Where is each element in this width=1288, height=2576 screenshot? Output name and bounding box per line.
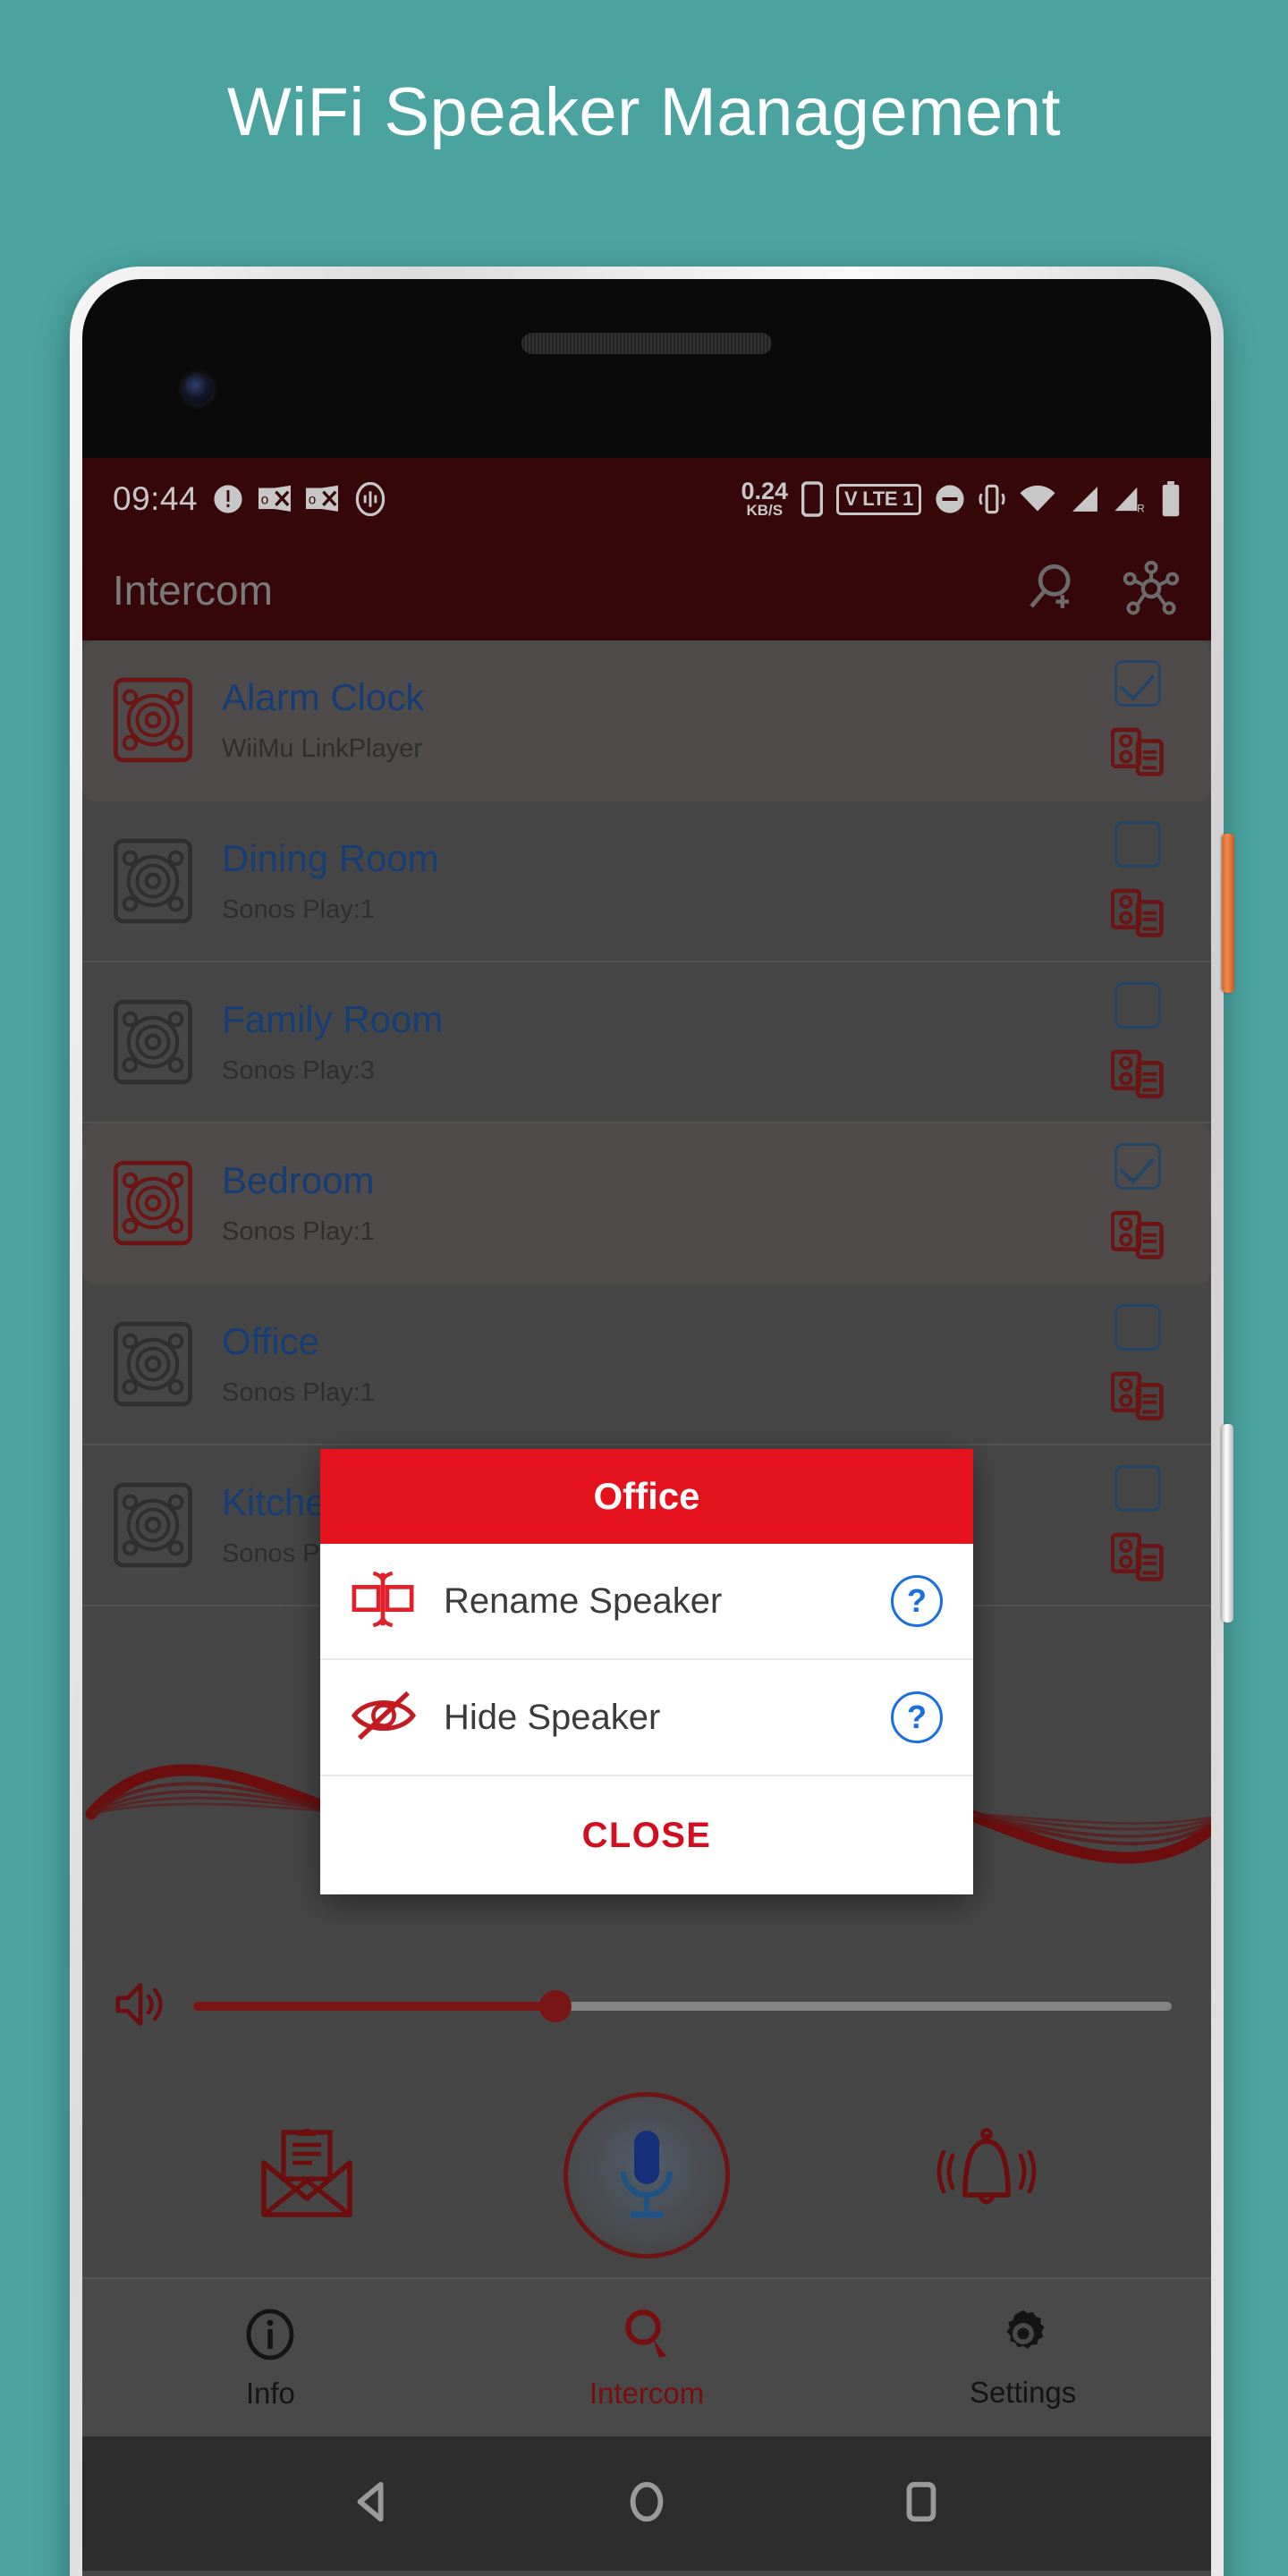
alert-circle-icon <box>213 484 243 514</box>
menu-item-rename-speaker[interactable]: Rename Speaker ? <box>320 1544 973 1660</box>
table-row[interactable]: Office Sonos Play:1 <box>82 1284 1211 1445</box>
status-bar-clock: 09:44 <box>113 480 199 517</box>
speaker-name: Office <box>222 1319 319 1362</box>
phone-screen-bezel: 09:44 o o 0.24 KB/S V LTE 1 R Intercom A… <box>82 279 1211 2576</box>
microphone-button[interactable] <box>563 2092 730 2258</box>
speaker-icon <box>106 1321 200 1407</box>
network-hub-icon[interactable] <box>1122 560 1181 621</box>
volume-slider[interactable] <box>193 1990 1172 2022</box>
speaker-model: Sonos Play:1 <box>222 894 375 924</box>
speaker-checkbox[interactable] <box>1114 1303 1161 1351</box>
tab-label: Intercom <box>589 2377 705 2410</box>
speaker-icon <box>106 1160 200 1246</box>
help-icon[interactable]: ? <box>891 1575 943 1627</box>
speaker-settings-icon[interactable] <box>1110 1368 1165 1425</box>
message-button[interactable] <box>257 2125 357 2223</box>
app-bar: Intercom <box>82 540 1211 640</box>
menu-item-hide-speaker[interactable]: Hide Speaker ? <box>320 1660 973 1776</box>
speaker-icon <box>106 838 200 924</box>
menu-item-label: Hide Speaker <box>444 1697 661 1737</box>
speaker-model: Sonos Play:3 <box>222 1055 375 1085</box>
vibrate-icon <box>979 482 1005 516</box>
gear-icon <box>997 2309 1049 2365</box>
do-not-disturb-icon <box>935 484 965 514</box>
outlook-badge-icon: o <box>306 485 339 513</box>
table-row[interactable]: Bedroom Sonos Play:1 <box>82 1123 1211 1284</box>
app-bar-title: Intercom <box>113 567 273 614</box>
home-icon[interactable] <box>623 2478 671 2530</box>
status-bar: 09:44 o o 0.24 KB/S V LTE 1 R <box>82 458 1211 540</box>
tab-settings[interactable]: Settings <box>835 2279 1211 2436</box>
tab-label: Info <box>245 2377 295 2410</box>
svg-text:o: o <box>261 493 268 508</box>
speaker-checkbox[interactable] <box>1114 659 1161 707</box>
volume-slider-fill <box>193 2002 555 2011</box>
audio-pulse-icon <box>353 482 387 516</box>
speaker-model: Sonos Play:1 <box>222 1216 375 1246</box>
phone-frame: 09:44 o o 0.24 KB/S V LTE 1 R Intercom A… <box>70 267 1224 2576</box>
speaker-settings-icon[interactable] <box>1110 1046 1165 1103</box>
speaker-icon <box>106 999 200 1085</box>
speaker-checkbox[interactable] <box>1114 820 1161 868</box>
table-row[interactable]: Family Room Sonos Play:3 <box>82 962 1211 1123</box>
speaker-icon <box>106 677 200 763</box>
recents-icon[interactable] <box>897 2478 945 2530</box>
search-add-icon[interactable] <box>1023 561 1079 621</box>
speaker-settings-icon[interactable] <box>1110 1530 1165 1586</box>
svg-text:R: R <box>1137 504 1144 514</box>
tab-info[interactable]: Info <box>82 2279 459 2436</box>
speaker-name: Family Room <box>222 997 444 1040</box>
help-icon[interactable]: ? <box>891 1691 943 1743</box>
sim-card-icon <box>801 481 824 517</box>
volume-rocker-button[interactable] <box>1222 1424 1233 1623</box>
tab-intercom[interactable]: Intercom <box>459 2279 835 2436</box>
signal-bars-icon <box>1070 484 1100 514</box>
speaker-icon <box>106 1482 200 1568</box>
speaker-name: Dining Room <box>222 836 439 879</box>
speaker-volume-icon[interactable] <box>113 1980 168 2033</box>
table-row[interactable]: Dining Room Sonos Play:1 <box>82 801 1211 962</box>
wifi-icon <box>1019 484 1056 514</box>
front-camera-icon <box>182 374 213 404</box>
speaker-checkbox[interactable] <box>1114 1142 1161 1190</box>
table-row[interactable]: Alarm Clock WiiMu LinkPlayer <box>82 640 1211 801</box>
speaker-options-dialog: Office Rename Speaker ? Hide Speaker ? C… <box>320 1449 973 1894</box>
speaker-settings-icon[interactable] <box>1110 724 1165 781</box>
earpiece-speaker-icon <box>521 333 772 354</box>
speaker-name: Alarm Clock <box>222 675 425 718</box>
volume-control <box>82 1939 1211 2073</box>
back-icon[interactable] <box>348 2478 396 2530</box>
android-nav-bar <box>82 2436 1211 2571</box>
power-button[interactable] <box>1222 834 1234 993</box>
outlook-badge-icon: o <box>258 485 292 513</box>
speaker-name: Bedroom <box>222 1158 375 1201</box>
eye-off-icon <box>351 1688 417 1748</box>
speaker-settings-icon[interactable] <box>1110 1208 1165 1264</box>
page-title: WiFi Speaker Management <box>226 74 1062 150</box>
speaker-model: Sonos Play:1 <box>222 1377 375 1407</box>
alarm-button[interactable] <box>936 2127 1037 2224</box>
volte-1-icon: V LTE 1 <box>836 483 921 515</box>
info-circle-icon <box>243 2308 297 2366</box>
signal-bars-roaming-icon: R <box>1114 484 1148 514</box>
speaker-settings-icon[interactable] <box>1110 886 1165 942</box>
search-icon <box>620 2308 674 2366</box>
rename-width-icon <box>351 1569 417 1634</box>
close-button[interactable]: CLOSE <box>320 1776 973 1894</box>
action-buttons <box>82 2073 1211 2277</box>
tab-label: Settings <box>970 2376 1077 2409</box>
battery-icon <box>1161 481 1181 517</box>
speaker-model: WiiMu LinkPlayer <box>222 733 422 763</box>
app-screen: 09:44 o o 0.24 KB/S V LTE 1 R Intercom A… <box>82 458 1211 2576</box>
speaker-checkbox[interactable] <box>1114 1464 1161 1512</box>
speaker-checkbox[interactable] <box>1114 981 1161 1029</box>
network-speed-indicator: 0.24 KB/S <box>741 478 789 519</box>
menu-item-label: Rename Speaker <box>444 1580 723 1621</box>
volume-slider-thumb[interactable] <box>538 1990 572 2022</box>
svg-text:o: o <box>309 493 316 508</box>
dialog-title: Office <box>320 1449 973 1544</box>
bottom-tab-bar: Info Intercom Settings <box>82 2277 1211 2436</box>
